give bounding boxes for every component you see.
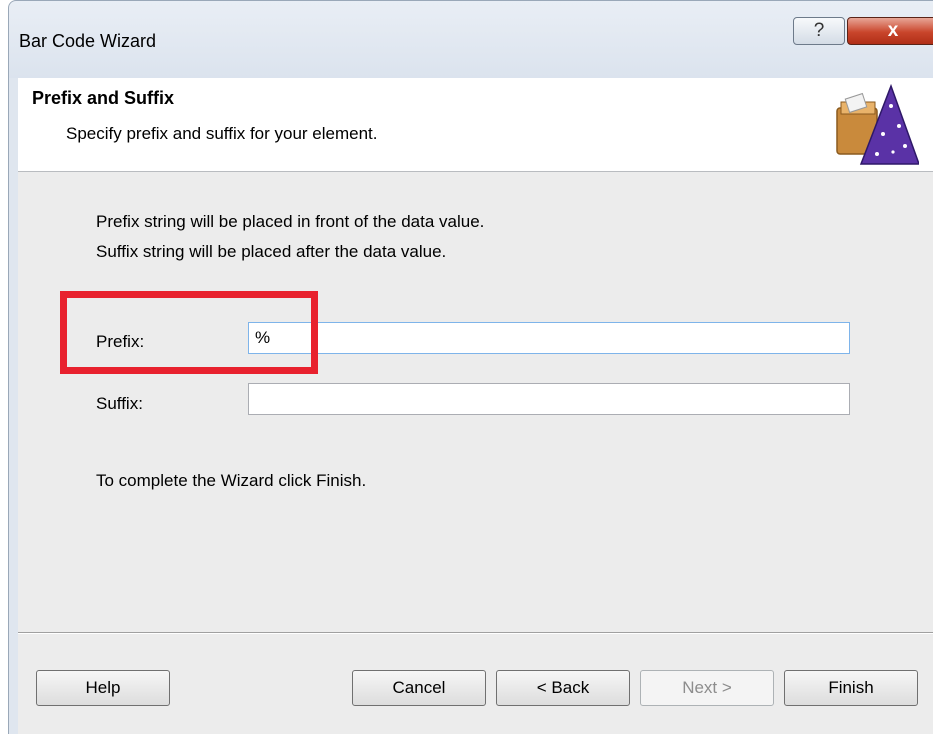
window-left-border xyxy=(8,78,18,734)
suffix-info-text: Suffix string will be placed after the d… xyxy=(96,242,447,261)
completion-instruction: To complete the Wizard click Finish. xyxy=(96,471,367,490)
back-button[interactable]: < Back xyxy=(496,670,630,706)
wizard-hat-icon xyxy=(836,83,919,165)
suffix-input[interactable] xyxy=(248,383,850,415)
prefix-input[interactable] xyxy=(248,322,850,354)
window-title: Bar Code Wizard xyxy=(19,31,157,51)
next-button[interactable]: Next > xyxy=(640,670,774,706)
finish-button[interactable]: Finish xyxy=(784,670,918,706)
suffix-label: Suffix: xyxy=(96,394,143,413)
page-subtitle: Specify prefix and suffix for your eleme… xyxy=(66,124,378,143)
title-bar: Bar Code Wizard ? x xyxy=(8,0,933,78)
close-button[interactable]: x xyxy=(847,17,933,45)
wizard-content: Prefix string will be placed in front of… xyxy=(18,172,933,632)
page-title: Prefix and Suffix xyxy=(32,88,175,108)
help-button[interactable]: Help xyxy=(36,670,170,706)
help-title-button[interactable]: ? xyxy=(793,17,845,45)
wizard-header: Prefix and Suffix Specify prefix and suf… xyxy=(18,78,933,172)
prefix-info-text: Prefix string will be placed in front of… xyxy=(96,212,485,231)
prefix-label: Prefix: xyxy=(96,332,145,351)
cancel-button[interactable]: Cancel xyxy=(352,670,486,706)
